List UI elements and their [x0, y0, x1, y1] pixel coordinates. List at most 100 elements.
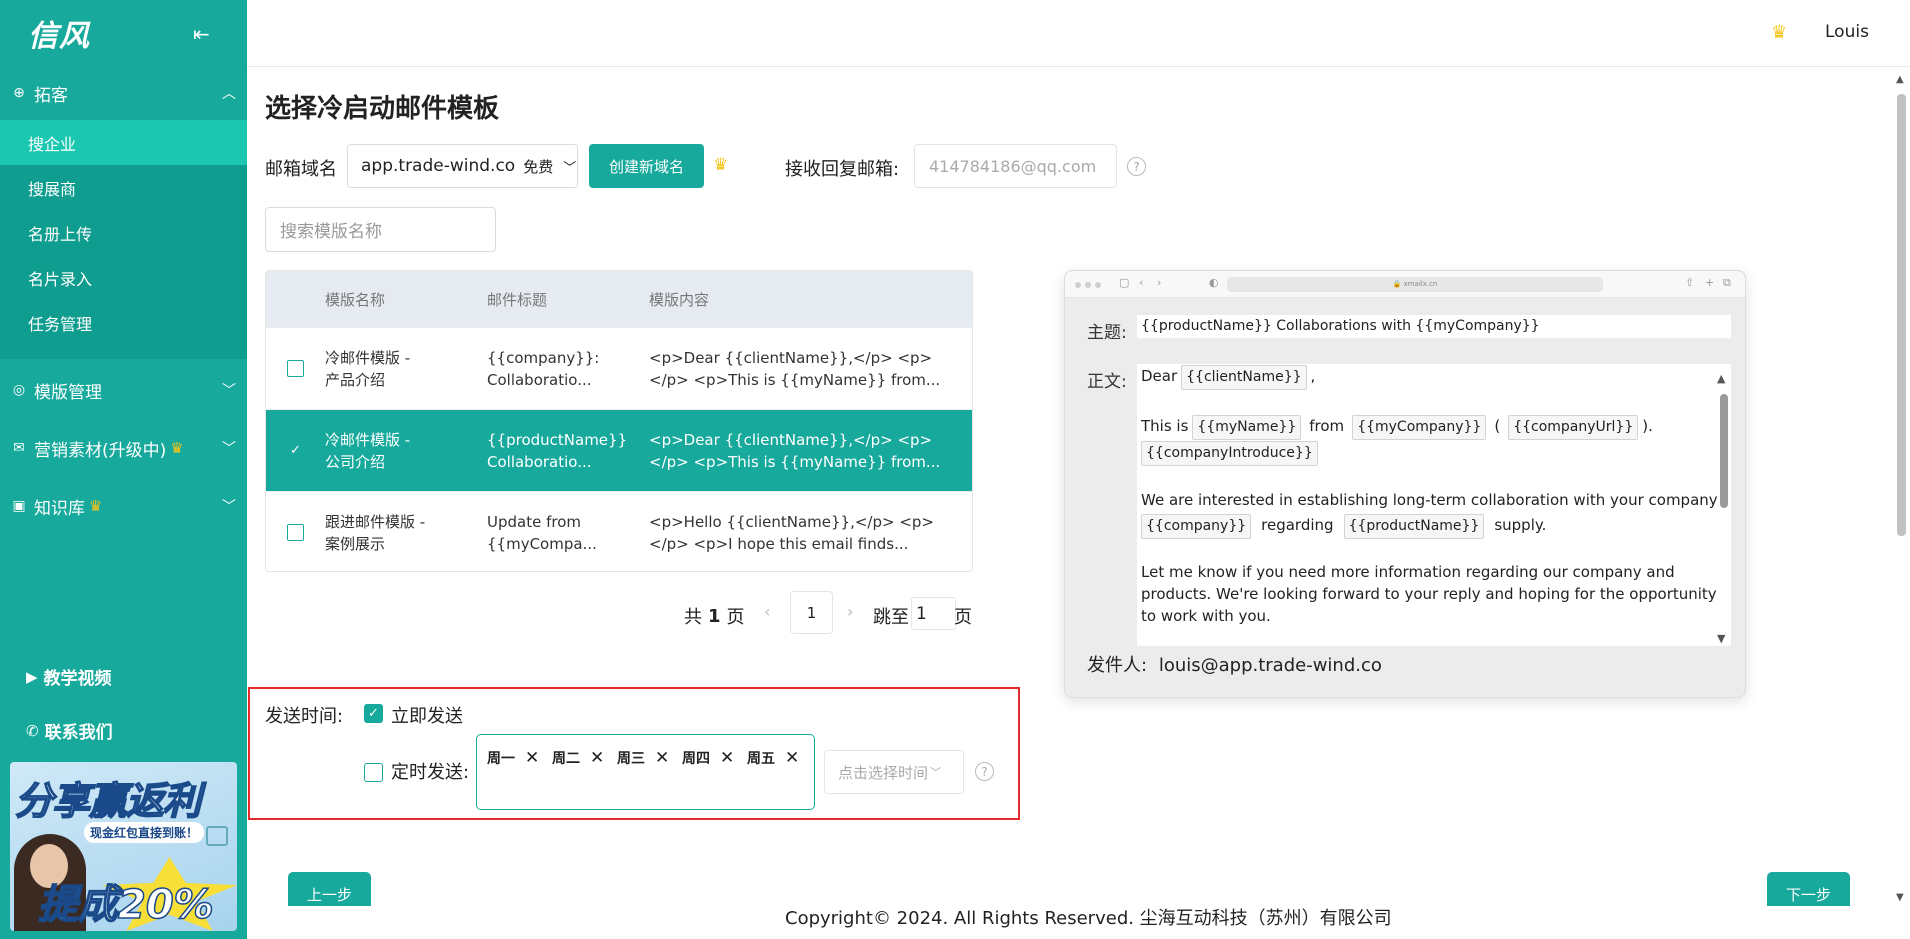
sub-item-roster-upload[interactable]: 名册上传 [0, 210, 247, 255]
next-step-button[interactable]: 下一步 [1767, 872, 1850, 906]
weekday-tag[interactable]: 周三 ✕ [617, 748, 669, 768]
col-header-content: 模版内容 [649, 290, 710, 309]
promo-banner[interactable]: 分享赢返利 现金红包直接到账！ 提成20% [10, 762, 237, 931]
nav-group-tuoke[interactable]: ⊕ 拓客 ︿ [0, 66, 247, 120]
help-icon[interactable]: ? [1127, 157, 1146, 176]
weekday-tag[interactable]: 周四 ✕ [682, 748, 734, 768]
sub-item-search-exhibitor[interactable]: 搜展商 [0, 165, 247, 210]
tutorial-video-link[interactable]: ▶ 教学视频 [26, 664, 112, 690]
close-icon[interactable]: ✕ [525, 748, 539, 768]
sender-email: louis@app.trade-wind.co [1158, 655, 1382, 676]
sub-item-task-management[interactable]: 任务管理 [0, 300, 247, 345]
close-icon[interactable]: ✕ [655, 748, 669, 768]
row-checkbox-checked[interactable]: ✓ [287, 442, 304, 459]
row-checkbox[interactable] [287, 524, 304, 541]
nav-group-knowledge[interactable]: ▣ 知识库 ♛ ﹀ [0, 479, 247, 533]
domain-free-tag: 免费 [523, 157, 554, 176]
menu-fold-icon[interactable]: ⇤ [193, 22, 210, 46]
table-row[interactable]: 冷邮件模版 - 产品介绍 {{company}}: Collaboratio... … [266, 327, 972, 409]
weekday-tag-label: 周二 [552, 751, 580, 767]
table-row-selected[interactable]: ✓ 冷邮件模版 - 公司介绍 {{productName}} Collaborati… [266, 409, 972, 491]
body-text: ( [1494, 417, 1501, 435]
row-title: Collaboratio... [487, 370, 592, 389]
domain-value: app.trade-wind.co [361, 156, 516, 176]
weekday-tag-select[interactable]: 周一 ✕ 周二 ✕ 周三 ✕ 周四 ✕ 周五 ✕ [476, 734, 815, 810]
body-text: from [1309, 417, 1345, 435]
row-content: </p> <p>This is {{myName}} from... [649, 452, 941, 471]
body-text: supply. [1494, 516, 1547, 534]
weekday-tag[interactable]: 周一 ✕ [487, 748, 539, 768]
pager-total: 共 1 页 [684, 603, 745, 629]
sub-item-search-company[interactable]: 搜企业 [0, 120, 247, 165]
prev-step-button[interactable]: 上一步 [288, 872, 371, 906]
row-title: {{myCompa... [487, 534, 597, 553]
nav-group-marketing[interactable]: ✉ 营销素材(升级中) ♛ ﹀ [0, 421, 247, 475]
chevron-right-icon[interactable]: › [847, 602, 853, 621]
variable-chip: {{company}} [1141, 514, 1252, 539]
pager-jump-suffix: 页 [954, 607, 972, 628]
scrollbar-thumb[interactable] [1897, 94, 1906, 536]
sub-item-card-entry[interactable]: 名片录入 [0, 255, 247, 300]
scroll-down-icon[interactable]: ▼ [1717, 628, 1725, 646]
variable-chip: {{myCompany}} [1352, 415, 1487, 440]
logo-bar: 信风 ⇤ [0, 0, 247, 66]
tabs-icon: ⧉ [1723, 276, 1731, 289]
sub-menu: 搜企业 搜展商 名册上传 名片录入 任务管理 [0, 120, 247, 359]
body-text: regarding [1261, 516, 1334, 534]
scroll-up-icon[interactable]: ▲ [1717, 368, 1725, 390]
scrollbar-thumb[interactable] [1720, 394, 1728, 508]
pager-jump-input[interactable]: 1 [911, 597, 956, 630]
scroll-down-icon[interactable]: ▼ [1896, 892, 1904, 903]
phone-icon: ✆ [26, 721, 39, 740]
share-icon: ⇧ [1685, 276, 1695, 289]
col-header-name: 模版名称 [325, 290, 386, 309]
weekday-tag[interactable]: 周二 ✕ [552, 748, 604, 768]
scroll-up-icon[interactable]: ▲ [1896, 74, 1904, 85]
logo: 信风 [28, 19, 90, 54]
row-title: Update from [487, 512, 581, 531]
template-search-input[interactable]: 搜索模版名称 [265, 207, 496, 252]
chevron-left-icon[interactable]: ‹ [764, 602, 770, 621]
close-icon[interactable]: ✕ [590, 748, 604, 768]
contact-us-label: 联系我们 [44, 723, 113, 743]
subject-label: 主题: [1087, 323, 1127, 343]
weekday-tag[interactable]: 周五 ✕ [747, 748, 799, 768]
domain-select[interactable]: app.trade-wind.co 免费 ﹀ [347, 144, 578, 188]
close-icon[interactable]: ✕ [720, 748, 734, 768]
weekday-tag-label: 周五 [747, 751, 775, 767]
shield-icon: ◐ [1209, 276, 1219, 289]
weekday-tag-label: 周一 [487, 751, 515, 767]
contact-us-link[interactable]: ✆ 联系我们 [26, 718, 113, 744]
page-scrollbar[interactable]: ▲ ▼ [1893, 72, 1910, 907]
sidebar-icon: ▢ [1119, 276, 1130, 289]
row-content: <p>Dear {{clientName}},</p> <p> [649, 348, 933, 367]
row-checkbox[interactable] [287, 360, 304, 377]
top-header: ♛ Louis [247, 0, 1910, 67]
scheduled-send-checkbox[interactable] [364, 763, 383, 782]
variable-chip: {{productName}} [1343, 514, 1485, 539]
help-icon[interactable]: ? [975, 762, 994, 781]
browser-toolbar: ▢ ‹ › ◐ 🔒 xmailx.cn ⇧ + ⧉ [1065, 271, 1745, 298]
nav-group-templates[interactable]: ◎ 模版管理 ﹀ [0, 363, 247, 417]
table-row[interactable]: 跟进邮件模版 - 案例展示 Update from {{myCompa... <p>… [266, 491, 972, 571]
forward-icon: › [1157, 276, 1162, 289]
close-icon[interactable]: ✕ [785, 748, 799, 768]
time-select[interactable]: 点击选择时间 ﹀ [824, 750, 964, 794]
pager-current-page[interactable]: 1 [790, 591, 833, 634]
reply-email-input[interactable]: 414784186@qq.com [914, 144, 1117, 188]
search-icon: ⊕ [13, 85, 25, 101]
email-body: Dear {{clientName}}, This is {{myName}} fro… [1137, 364, 1731, 646]
chevron-down-icon: ﹀ [563, 160, 577, 176]
body-text: We are interested in establishing long-t… [1141, 491, 1718, 509]
pager-total-count: 1 [708, 605, 721, 627]
chevron-up-icon: ︿ [222, 86, 236, 102]
chevron-down-icon: ﹀ [222, 499, 236, 515]
immediate-send-label[interactable]: 立即发送 [391, 702, 463, 728]
sender-line: 发件人: louis@app.trade-wind.co [1087, 651, 1382, 677]
user-name[interactable]: Louis [1825, 22, 1869, 42]
create-domain-button[interactable]: 创建新域名 [589, 144, 704, 188]
immediate-send-checkbox[interactable]: ✓ [364, 704, 383, 723]
row-content: </p> <p>This is {{myName}} from... [649, 370, 941, 389]
weekday-tag-label: 周三 [617, 751, 645, 767]
body-scrollbar[interactable]: ▲ ▼ [1716, 364, 1731, 646]
